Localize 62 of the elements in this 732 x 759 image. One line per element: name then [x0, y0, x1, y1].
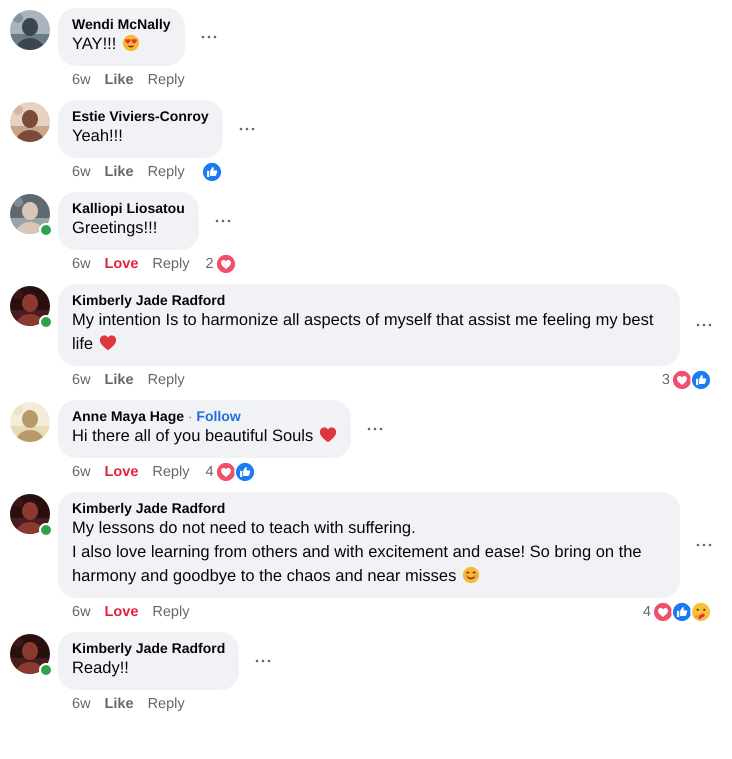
comment-text: My intention Is to harmonize all aspects of myself that assist me feeling my best life	[72, 310, 654, 355]
like-reaction-icon[interactable]	[671, 601, 693, 623]
timestamp[interactable]: 6w	[72, 372, 91, 388]
reply-link[interactable]: Reply	[152, 604, 190, 620]
reaction-count[interactable]: 4	[205, 464, 214, 480]
reply-link[interactable]: Reply	[152, 256, 190, 272]
love-reaction-icon[interactable]	[214, 461, 237, 483]
author-name[interactable]: Wendi McNally	[72, 16, 171, 32]
comment-text: Yeah!!!	[72, 126, 124, 147]
love-reaction-icon[interactable]	[214, 253, 237, 275]
reaction-link[interactable]: Love	[104, 464, 138, 480]
more-options-icon[interactable]	[696, 323, 712, 327]
more-options-icon[interactable]	[255, 659, 272, 663]
reaction-count[interactable]: 4	[642, 604, 651, 620]
separator-dot: ·	[188, 409, 192, 424]
more-options-icon[interactable]	[238, 127, 255, 131]
reply-link[interactable]: Reply	[148, 72, 185, 88]
timestamp[interactable]: 6w	[72, 256, 91, 272]
reaction-count[interactable]: 2	[205, 256, 214, 272]
reaction-link[interactable]: Love	[104, 256, 138, 272]
author-name[interactable]: Kalliopi Liosatou	[72, 200, 185, 216]
reply-link[interactable]: Reply	[148, 372, 185, 388]
heart-eyes-emoji-icon	[122, 34, 140, 52]
reply-link[interactable]: Reply	[148, 164, 185, 180]
reaction-link[interactable]: Like	[104, 372, 134, 388]
like-reaction-icon[interactable]	[690, 369, 712, 391]
timestamp[interactable]: 6w	[72, 72, 91, 88]
love-reaction-icon[interactable]	[652, 601, 674, 623]
timestamp[interactable]: 6w	[72, 164, 91, 180]
reaction-count[interactable]: 3	[662, 372, 670, 388]
author-name[interactable]: Kimberly Jade Radford	[72, 500, 226, 516]
reaction-link[interactable]: Like	[104, 72, 134, 88]
hug-reaction-icon[interactable]	[690, 601, 712, 623]
more-options-icon[interactable]	[214, 219, 231, 223]
comment-text: Hi there all of you beautiful Souls	[72, 424, 338, 448]
reaction-link[interactable]: Like	[104, 696, 134, 712]
author-name[interactable]: Kimberly Jade Radford	[72, 640, 226, 656]
comment-text: Greetings!!!	[72, 218, 158, 239]
heart-emoji-icon	[99, 334, 118, 352]
more-options-icon[interactable]	[367, 427, 384, 431]
more-options-icon[interactable]	[696, 543, 712, 547]
reaction-link[interactable]: Like	[104, 164, 134, 180]
comment-text: YAY!!!	[72, 32, 171, 56]
timestamp[interactable]: 6w	[72, 464, 91, 480]
author-name[interactable]: Kimberly Jade Radford	[72, 292, 226, 308]
timestamp[interactable]: 6w	[72, 604, 91, 620]
follow-link[interactable]: Follow	[196, 408, 241, 424]
like-reaction-icon[interactable]	[234, 461, 256, 483]
author-name[interactable]: Anne Maya Hage	[72, 408, 184, 424]
reply-link[interactable]: Reply	[148, 696, 185, 712]
more-options-icon[interactable]	[200, 35, 217, 39]
reaction-link[interactable]: Love	[104, 604, 138, 620]
comment-text: I also love learning from others and with excitement and ease! So bring on the harmony and goodbye to the chaos and near misses	[72, 542, 643, 587]
comment-text: Ready!!	[72, 658, 130, 679]
smiling-emoji-icon	[462, 566, 480, 584]
love-reaction-icon[interactable]	[671, 369, 693, 391]
timestamp[interactable]: 6w	[72, 696, 91, 712]
author-name[interactable]: Estie Viviers-Conroy	[72, 108, 209, 124]
like-reaction-icon[interactable]	[200, 161, 223, 183]
comment-text: My lessons do not need to teach with suffering.	[72, 518, 417, 539]
reply-link[interactable]: Reply	[152, 464, 190, 480]
heart-emoji-icon	[319, 426, 338, 444]
